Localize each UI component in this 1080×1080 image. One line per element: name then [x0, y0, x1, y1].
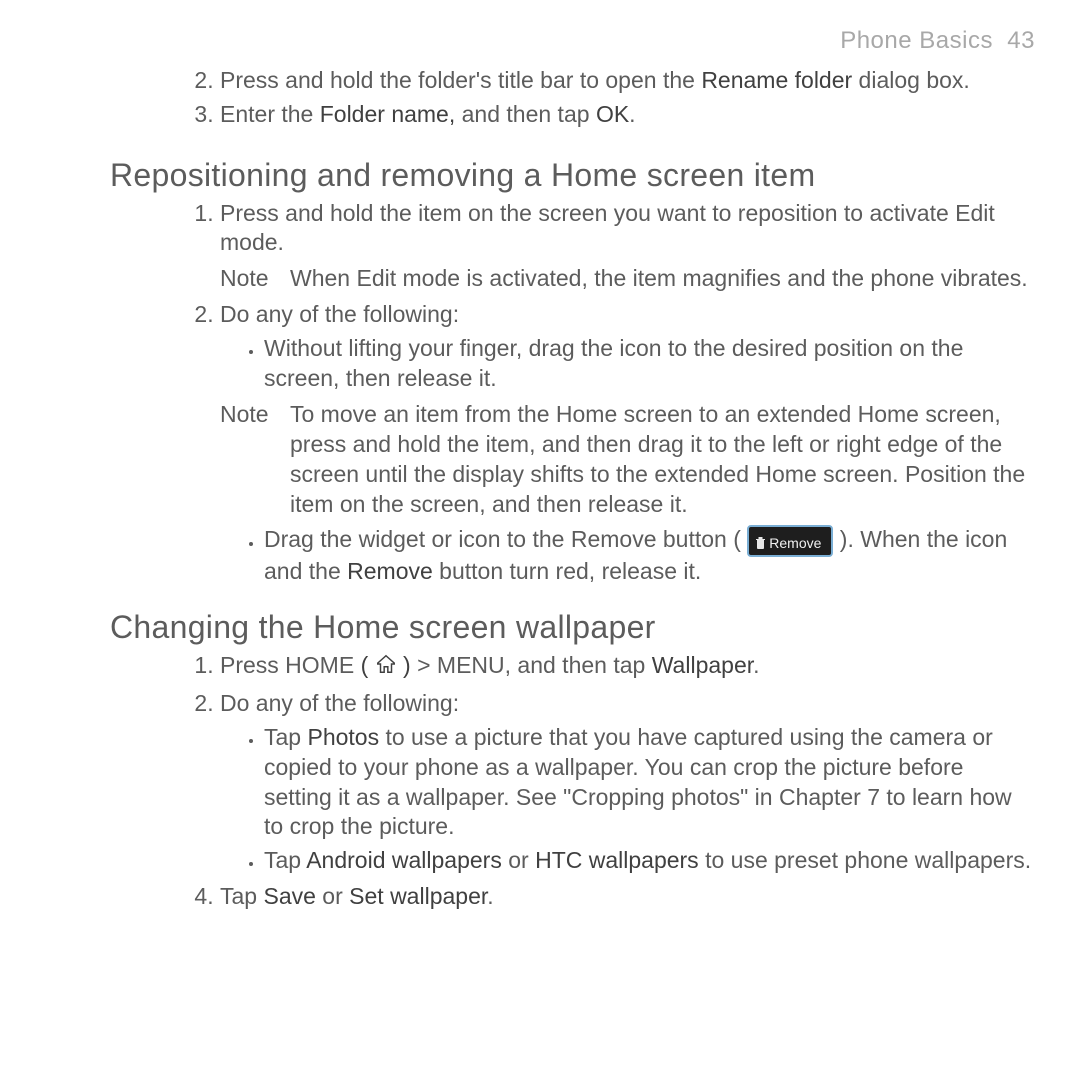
remove-button-graphic: Remove: [747, 525, 833, 557]
bullet-drag-icon: Without lifting your finger, drag the ic…: [264, 334, 1035, 394]
wallpaper-step-1: Press HOME ( ) > MENU, and then tap Wall…: [220, 651, 1035, 683]
bullet-remove-button: Drag the widget or icon to the Remove bu…: [264, 525, 1035, 587]
reposition-bullets-1: Without lifting your finger, drag the ic…: [220, 334, 1035, 394]
bullet-photos: Tap Photos to use a picture that you hav…: [264, 723, 1035, 843]
note-extended-home: Note To move an item from the Home scree…: [220, 400, 1035, 520]
remove-button-label: Remove: [769, 535, 821, 551]
page-content: Phone Basics 43 Press and hold the folde…: [0, 0, 1080, 938]
header-title: Phone Basics: [840, 27, 993, 54]
bullet-preset-wallpapers: Tap Android wallpapers or HTC wallpapers…: [264, 846, 1035, 876]
wallpaper-steps: Press HOME ( ) > MENU, and then tap Wall…: [110, 651, 1035, 912]
note-edit-mode: Note When Edit mode is activated, the it…: [220, 264, 1035, 294]
reposition-step-1: Press and hold the item on the screen yo…: [220, 199, 1035, 295]
top-step-2: Press and hold the folder's title bar to…: [220, 66, 1035, 96]
wallpaper-bullets: Tap Photos to use a picture that you hav…: [220, 723, 1035, 876]
reposition-bullets-2: Drag the widget or icon to the Remove bu…: [220, 525, 1035, 587]
home-icon: [375, 653, 397, 683]
reposition-step-2: Do any of the following: Without lifting…: [220, 300, 1035, 587]
wallpaper-step-2: Do any of the following: Tap Photos to u…: [220, 689, 1035, 876]
section-heading-reposition: Repositioning and removing a Home screen…: [110, 155, 1035, 197]
reposition-steps: Press and hold the item on the screen yo…: [110, 199, 1035, 588]
page-header: Phone Basics 43: [110, 25, 1035, 56]
wallpaper-step-4: Tap Save or Set wallpaper.: [220, 882, 1035, 912]
top-step-3: Enter the Folder name, and then tap OK.: [220, 100, 1035, 130]
trash-icon: [755, 530, 766, 553]
page-number: 43: [1007, 27, 1035, 54]
section-heading-wallpaper: Changing the Home screen wallpaper: [110, 607, 1035, 649]
top-steps-list: Press and hold the folder's title bar to…: [110, 66, 1035, 130]
